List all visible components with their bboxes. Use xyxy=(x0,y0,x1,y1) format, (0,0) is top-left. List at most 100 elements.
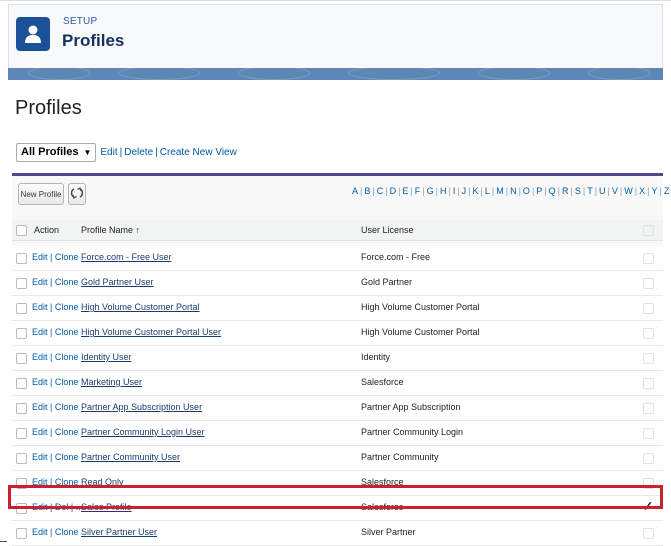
profile-name-link[interactable]: Partner Community Login User xyxy=(81,427,205,437)
table-row: Edit | Clone Gold Partner User Gold Partne… xyxy=(12,271,663,296)
profile-name-link[interactable]: Partner App Subscription User xyxy=(81,402,202,412)
user-license: Partner Community Login xyxy=(361,427,464,437)
view-select[interactable]: All Profiles ▼ xyxy=(16,142,97,162)
alpha-filter-z[interactable]: Z xyxy=(664,186,670,196)
user-license: Partner App Subscription xyxy=(361,402,461,412)
row-actions[interactable]: Edit | Clone xyxy=(32,427,78,437)
row-actions[interactable]: Edit | Clone xyxy=(32,377,78,387)
alpha-filter-o[interactable]: O xyxy=(523,186,530,196)
row-actions[interactable]: Edit | Clone xyxy=(32,327,78,337)
table-row: Edit | Clone Identity User Identity xyxy=(12,346,663,371)
table-header: Action Profile Name ↑ User License xyxy=(12,220,663,241)
alpha-filter-d[interactable]: D xyxy=(390,186,397,196)
profile-name-link[interactable]: Gold Partner User xyxy=(81,277,154,287)
alpha-filter-b[interactable]: B xyxy=(364,186,370,196)
user-license: Force.com - Free xyxy=(361,252,431,262)
profile-name-link[interactable]: High Volume Customer Portal xyxy=(81,302,200,312)
header-title: Profiles xyxy=(62,31,125,50)
profile-name-link[interactable]: Silver Partner User xyxy=(81,527,157,537)
profile-name-link[interactable]: Partner Community User xyxy=(81,452,180,462)
row-actions[interactable]: Edit | Clone xyxy=(32,402,78,412)
column-profile-name[interactable]: Profile Name ↑ xyxy=(81,225,140,235)
create-new-view-link[interactable]: Create New View xyxy=(160,147,237,158)
row-actions[interactable]: Edit | Clone xyxy=(32,277,78,287)
alpha-filter-g[interactable]: G xyxy=(427,186,434,196)
row-actions[interactable]: Edit | Clone xyxy=(32,527,78,537)
row-actions[interactable]: Edit | Clone xyxy=(32,252,78,262)
alpha-filter-f[interactable]: F xyxy=(415,186,421,196)
alpha-filter-c[interactable]: C xyxy=(377,186,384,196)
custom-checkbox xyxy=(643,403,654,414)
table-row: Edit | Clone Partner App Subscription Use… xyxy=(12,396,663,421)
table-row: Edit | Clone High Volume Customer Portal H… xyxy=(12,296,663,321)
alpha-filter-x[interactable]: X xyxy=(639,186,645,196)
select-all-checkbox[interactable] xyxy=(16,225,27,236)
profile-name-link[interactable]: Force.com - Free User xyxy=(81,252,172,262)
alpha-filter-t[interactable]: T xyxy=(587,186,593,196)
alpha-filter-r[interactable]: R xyxy=(562,186,569,196)
profile-name-link[interactable]: High Volume Customer Portal User xyxy=(81,327,221,337)
alpha-filter-q[interactable]: Q xyxy=(549,186,556,196)
row-checkbox[interactable] xyxy=(16,453,27,464)
custom-checkbox xyxy=(643,278,654,289)
row-checkbox[interactable] xyxy=(16,328,27,339)
setup-header: SETUP Profiles xyxy=(8,4,663,68)
custom-column-checkbox xyxy=(643,225,654,236)
user-license: Salesforce xyxy=(361,377,404,387)
edit-view-link[interactable]: Edit xyxy=(100,147,117,158)
custom-checkbox xyxy=(643,253,654,264)
row-checkbox[interactable] xyxy=(16,528,27,539)
edge-mark xyxy=(0,541,7,542)
alpha-filter-a[interactable]: A xyxy=(352,186,358,196)
highlight-box xyxy=(8,485,663,509)
table-row: Edit | Clone Partner Community Login User… xyxy=(12,421,663,446)
alpha-filter-k[interactable]: K xyxy=(473,186,479,196)
alpha-filter-s[interactable]: S xyxy=(575,186,581,196)
row-checkbox[interactable] xyxy=(16,253,27,264)
profile-name-link[interactable]: Marketing User xyxy=(81,377,142,387)
custom-checkbox xyxy=(643,353,654,364)
row-actions[interactable]: Edit | Clone xyxy=(32,352,78,362)
row-actions[interactable]: Edit | Clone xyxy=(32,302,78,312)
alpha-filter-i[interactable]: I xyxy=(453,186,456,196)
alpha-filter-u[interactable]: U xyxy=(599,186,606,196)
table-row: Edit | Clone High Volume Customer Portal … xyxy=(12,321,663,346)
row-actions[interactable]: Edit | Clone xyxy=(32,452,78,462)
alpha-filter-v[interactable]: V xyxy=(612,186,618,196)
column-user-license[interactable]: User License xyxy=(361,225,414,235)
row-checkbox[interactable] xyxy=(16,378,27,389)
alpha-filter-y[interactable]: Y xyxy=(651,186,657,196)
table-row: Edit | Clone Force.com - Free User Force.c… xyxy=(12,246,663,271)
custom-checkbox xyxy=(643,453,654,464)
alpha-filter-w[interactable]: W xyxy=(624,186,633,196)
top-divider xyxy=(0,0,671,1)
alpha-filter-m[interactable]: M xyxy=(496,186,504,196)
new-profile-button[interactable]: New Profile xyxy=(18,183,64,205)
user-license: Gold Partner xyxy=(361,277,413,287)
alpha-filter-p[interactable]: P xyxy=(536,186,542,196)
delete-view-link[interactable]: Delete xyxy=(124,147,153,158)
alpha-filter-j[interactable]: J xyxy=(462,186,467,196)
refresh-button[interactable] xyxy=(68,183,86,205)
user-license: High Volume Customer Portal xyxy=(361,302,480,312)
user-license: Partner Community xyxy=(361,452,439,462)
row-checkbox[interactable] xyxy=(16,278,27,289)
row-checkbox[interactable] xyxy=(16,303,27,314)
user-icon xyxy=(16,17,50,51)
alphabet-filter: A | B | C | D | E | F | G | H | I | J | K | L | M | N | O | P | Q | R | S | T |… xyxy=(352,186,670,196)
alpha-filter-n[interactable]: N xyxy=(510,186,517,196)
row-checkbox[interactable] xyxy=(16,353,27,364)
profile-name-link[interactable]: Identity User xyxy=(81,352,132,362)
alpha-filter-e[interactable]: E xyxy=(402,186,408,196)
view-bar: All Profiles ▼ Edit | Delete | Create New Vi… xyxy=(16,142,237,162)
table-row: Edit | Clone Marketing User Salesforce xyxy=(12,371,663,396)
row-checkbox[interactable] xyxy=(16,428,27,439)
row-checkbox[interactable] xyxy=(16,403,27,414)
table-row: Edit | Clone Partner Community User Partne… xyxy=(12,446,663,471)
chevron-down-icon: ▼ xyxy=(83,147,92,157)
alpha-filter-l[interactable]: L xyxy=(485,186,490,196)
custom-checkbox xyxy=(643,428,654,439)
user-license: Silver Partner xyxy=(361,527,416,537)
column-action: Action xyxy=(34,225,60,235)
alpha-filter-h[interactable]: H xyxy=(440,186,447,196)
